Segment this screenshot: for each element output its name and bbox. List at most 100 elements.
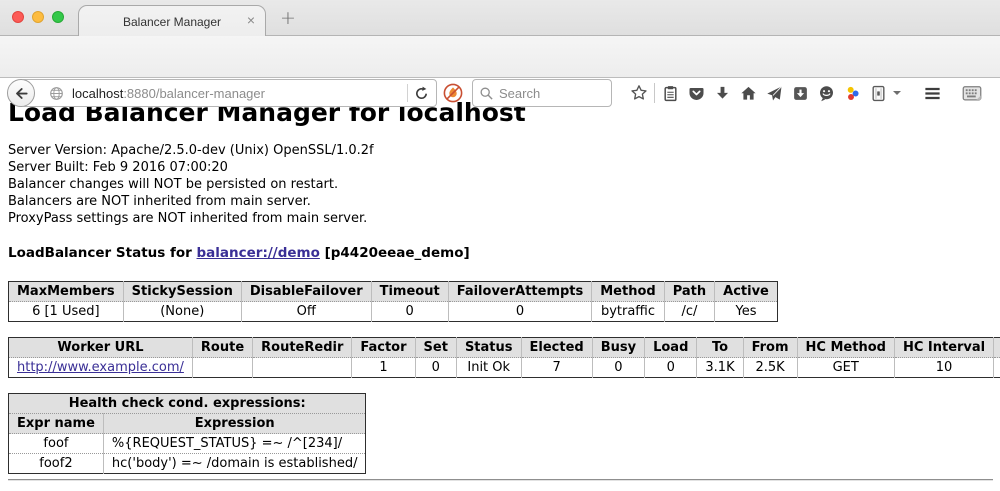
col-disablefailover: DisableFailover: [241, 282, 371, 302]
col-hc-method: HC Method: [797, 338, 894, 358]
tab-close-icon[interactable]: ×: [247, 13, 255, 27]
cell-hc-interval: 10: [894, 358, 993, 378]
cell-timeout: 0: [371, 302, 448, 322]
col-route: Route: [192, 338, 252, 358]
cell-to: 3.1K: [697, 358, 743, 378]
download-helper-icon[interactable]: [787, 85, 813, 102]
cell-path: /c/: [664, 302, 714, 322]
cell-expression: hc('body') =~ /domain is established/: [103, 454, 366, 474]
col-failoverattempts: FailoverAttempts: [448, 282, 592, 302]
col-status: Status: [456, 338, 521, 358]
cell-failoverattempts: 0: [448, 302, 592, 322]
tab-title: Balancer Manager: [123, 15, 221, 29]
table-header-row: Worker URL Route RouteRedir Factor Set S…: [9, 338, 1000, 358]
url-bar[interactable]: localhost:8880/balancer-manager: [21, 79, 437, 107]
chevron-down-icon[interactable]: [893, 91, 901, 95]
table-header-row: Expr name Expression: [9, 414, 366, 434]
url-path: :8880/balancer-manager: [123, 86, 265, 101]
horizontal-rule: [8, 479, 993, 481]
col-routeredir: RouteRedir: [253, 338, 352, 358]
menu-hamburger-icon[interactable]: [919, 84, 945, 103]
loadbalancer-status-heading: LoadBalancer Status for balancer://demo …: [8, 245, 1000, 261]
col-to: To: [697, 338, 743, 358]
status-suffix: [p4420eeae_demo]: [320, 245, 470, 261]
navigation-toolbar: localhost:8880/balancer-manager: [0, 36, 1000, 78]
worker-url-link[interactable]: http://www.example.com/: [17, 360, 184, 375]
worker-table: Worker URL Route RouteRedir Factor Set S…: [8, 337, 1000, 378]
keyboard-layout-icon[interactable]: [959, 83, 985, 103]
cell-busy: 0: [592, 358, 644, 378]
color-dots-extension-icon[interactable]: [839, 85, 865, 102]
col-hc-interval: HC Interval: [894, 338, 993, 358]
col-stickysession: StickySession: [123, 282, 241, 302]
col-set: Set: [415, 338, 456, 358]
col-expr-name: Expr name: [9, 414, 104, 434]
flashblock-icon[interactable]: [443, 83, 463, 103]
chat-smiley-icon[interactable]: [813, 85, 839, 102]
search-bar[interactable]: [472, 79, 612, 107]
cell-load: 0: [645, 358, 697, 378]
col-path: Path: [664, 282, 714, 302]
zoom-window-button[interactable]: [52, 11, 64, 23]
status-prefix: LoadBalancer Status for: [8, 245, 197, 261]
table-row: foof %{REQUEST_STATUS} =~ /^[234]/: [9, 434, 366, 454]
worker-row: http://www.example.com/ 1 0 Init Ok 7 0 …: [9, 358, 1000, 378]
bookmarks-clipboard-icon[interactable]: [657, 85, 683, 102]
persist-notice-line: Balancer changes will NOT be persisted o…: [8, 176, 1000, 193]
balancer-summary-table: MaxMembers StickySession DisableFailover…: [8, 281, 778, 322]
titlebar: Balancer Manager × +: [0, 0, 1000, 36]
cell-expr-name: foof2: [9, 454, 104, 474]
toolbar-icon-row: [626, 78, 985, 108]
col-active: Active: [715, 282, 778, 302]
table-row: foof2 hc('body') =~ /domain is establish…: [9, 454, 366, 474]
site-identity-globe-icon[interactable]: [49, 86, 64, 101]
bookmark-star-icon[interactable]: [626, 84, 652, 102]
page-content: Load Balancer Manager for localhost Serv…: [0, 98, 1000, 481]
balancers-notice-line: Balancers are NOT inherited from main se…: [8, 193, 1000, 210]
health-check-table: Health check cond. expressions: Expr nam…: [8, 393, 366, 474]
col-from: From: [743, 338, 797, 358]
table-row: 6 [1 Used] (None) Off 0 0 bytraffic /c/ …: [9, 302, 778, 322]
cell-factor: 1: [352, 358, 415, 378]
col-maxmembers: MaxMembers: [9, 282, 124, 302]
reload-icon[interactable]: [414, 86, 429, 101]
cell-expression: %{REQUEST_STATUS} =~ /^[234]/: [103, 434, 366, 454]
col-method: Method: [592, 282, 664, 302]
server-built-line: Server Built: Feb 9 2016 07:00:20: [8, 159, 1000, 176]
cell-stickysession: (None): [123, 302, 241, 322]
server-version-line: Server Version: Apache/2.5.0-dev (Unix) …: [8, 142, 1000, 159]
col-elected: Elected: [521, 338, 592, 358]
container-archive-icon[interactable]: [865, 85, 891, 102]
send-tab-icon[interactable]: [761, 85, 787, 102]
window-controls: [12, 11, 64, 23]
col-passes: Passes: [994, 338, 1000, 358]
browser-tab[interactable]: Balancer Manager ×: [78, 5, 266, 37]
cell-status: Init Ok: [456, 358, 521, 378]
health-check-title: Health check cond. expressions:: [9, 394, 366, 414]
back-button[interactable]: [7, 79, 35, 107]
cell-expr-name: foof: [9, 434, 104, 454]
new-tab-button[interactable]: +: [280, 8, 296, 28]
col-busy: Busy: [592, 338, 644, 358]
url-domain: localhost: [72, 86, 123, 101]
home-icon[interactable]: [735, 85, 761, 102]
cell-disablefailover: Off: [241, 302, 371, 322]
balancer-demo-link[interactable]: balancer://demo: [197, 245, 320, 261]
close-window-button[interactable]: [12, 11, 24, 23]
cell-hc-method: GET: [797, 358, 894, 378]
cell-routeredir: [253, 358, 352, 378]
urlbar-divider: [407, 84, 408, 102]
cell-elected: 7: [521, 358, 592, 378]
minimize-window-button[interactable]: [32, 11, 44, 23]
cell-from: 2.5K: [743, 358, 797, 378]
table-header-row: MaxMembers StickySession DisableFailover…: [9, 282, 778, 302]
downloads-icon[interactable]: [709, 85, 735, 102]
toolbar-divider: [654, 83, 655, 103]
col-factor: Factor: [352, 338, 415, 358]
pocket-icon[interactable]: [683, 85, 709, 102]
cell-route: [192, 358, 252, 378]
url-text[interactable]: localhost:8880/balancer-manager: [72, 86, 401, 101]
search-input[interactable]: [499, 86, 599, 101]
cell-active: Yes: [715, 302, 778, 322]
col-worker-url: Worker URL: [9, 338, 193, 358]
